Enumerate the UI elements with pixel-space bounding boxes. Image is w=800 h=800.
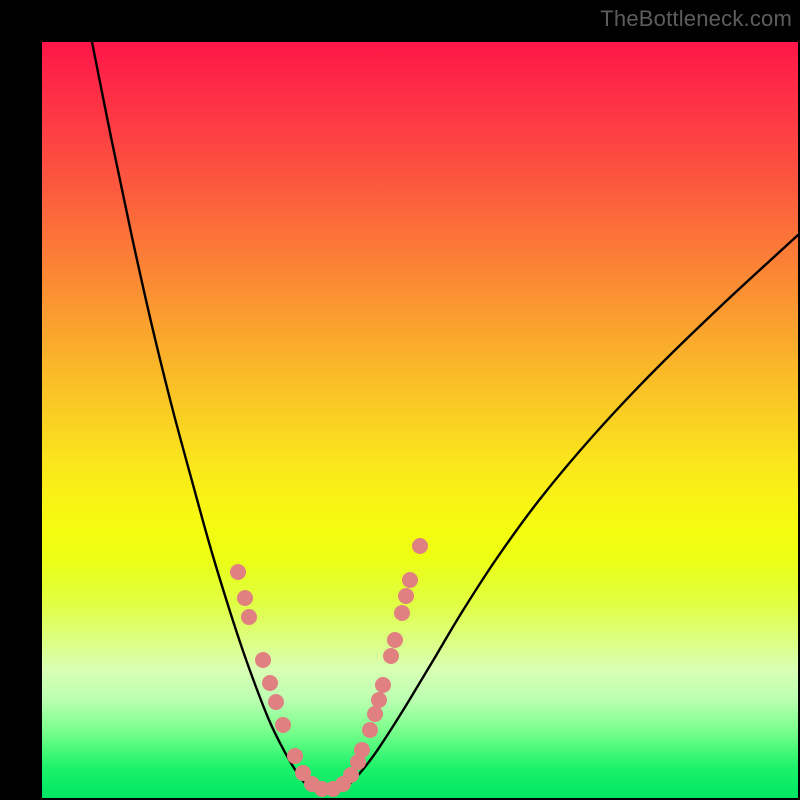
- data-point: [255, 652, 271, 668]
- data-point: [268, 694, 284, 710]
- data-point: [402, 572, 418, 588]
- data-point: [230, 564, 246, 580]
- attribution-text: TheBottleneck.com: [600, 6, 792, 32]
- chart-svg: [42, 42, 798, 798]
- data-point: [275, 717, 291, 733]
- bottleneck-curve: [92, 42, 798, 792]
- data-point: [412, 538, 428, 554]
- data-point: [387, 632, 403, 648]
- data-point: [375, 677, 391, 693]
- data-point: [371, 692, 387, 708]
- data-point: [398, 588, 414, 604]
- data-point: [354, 742, 370, 758]
- data-point: [383, 648, 399, 664]
- data-point: [237, 590, 253, 606]
- data-point: [287, 748, 303, 764]
- data-point: [262, 675, 278, 691]
- chart-frame: TheBottleneck.com: [0, 0, 800, 800]
- data-point: [241, 609, 257, 625]
- data-point: [362, 722, 378, 738]
- data-point: [394, 605, 410, 621]
- marker-group: [230, 538, 428, 797]
- data-point: [367, 706, 383, 722]
- plot-area: [42, 42, 798, 798]
